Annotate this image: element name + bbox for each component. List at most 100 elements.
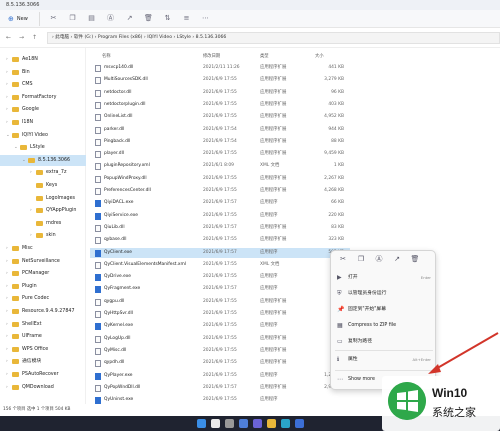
sidebar-item[interactable]: › ShellExt [0,319,86,330]
chevron-right-icon[interactable]: › [6,104,8,115]
sidebar-item[interactable]: › FormatFactory [0,92,86,103]
chat-icon[interactable] [252,419,262,428]
explorer-icon[interactable] [266,419,276,428]
chevron-right-icon[interactable]: › [6,268,8,279]
copy-icon[interactable]: ❐ [67,13,78,24]
sidebar-item[interactable]: › I18N [0,117,86,128]
file-row[interactable]: QyMisc.dll 2021/6/9 17:55 应用程序扩展 [90,346,350,357]
file-row[interactable]: QyKernel.exe 2021/6/9 17:55 应用程序 [90,321,350,332]
file-row[interactable]: msvcp140.dll 2021/2/11 11:26 应用程序扩展 441 KB [90,63,350,74]
start-icon[interactable] [196,419,206,428]
file-row[interactable]: MultiSourcesSDK.dll 2021/6/9 17:55 应用程序扩展 3… [90,75,350,86]
chevron-right-icon[interactable]: › [6,243,8,254]
chevron-right-icon[interactable]: › [6,319,8,330]
chevron-down-icon[interactable]: ⌄ [6,130,10,141]
header-size[interactable]: 大小 [315,53,324,59]
back-icon[interactable]: ← [4,33,13,42]
sidebar-item[interactable]: › QYAppPlugin [0,205,86,216]
context-menu-item[interactable]: 📌 固定到"开始"屏幕 [331,303,437,317]
file-row[interactable]: QiyiDACL.exe 2021/6/9 17:57 应用程序 66 KB [90,198,350,209]
search-icon[interactable] [210,419,220,428]
sidebar-item[interactable]: › PSAutoRecover [0,369,86,380]
chevron-right-icon[interactable]: › [6,331,8,342]
file-row[interactable]: player.dll 2021/6/9 17:55 应用程序扩展 9,459 KB [90,149,350,160]
sidebar-item[interactable]: › Pure Codec [0,293,86,304]
more-icon[interactable]: ⋯ [200,13,211,24]
chevron-right-icon[interactable]: › [6,79,8,90]
copy-icon[interactable]: ❐ [355,255,367,263]
chevron-right-icon[interactable]: › [6,369,8,380]
view-icon[interactable]: ≡ [181,13,192,24]
sort-icon[interactable]: ⇅ [162,13,173,24]
sidebar-item[interactable]: › PCManager [0,268,86,279]
breadcrumb[interactable]: › 此电脑 › 软件 (G:) › Program Files (x86) › … [47,31,500,44]
sidebar-item[interactable]: rndres [0,218,86,229]
chevron-down-icon[interactable]: ⌄ [22,155,26,166]
rename-icon[interactable]: Ⓐ [105,13,116,24]
sidebar-item[interactable]: LogoImages [0,193,86,204]
file-row[interactable]: QiyiService.exe 2021/6/9 17:55 应用程序 220 KB [90,211,350,222]
sidebar-item[interactable]: › CMS [0,79,86,90]
cut-icon[interactable]: ✂ [337,255,349,263]
file-row[interactable]: parker.dll 2021/6/9 17:54 应用程序扩展 944 KB [90,125,350,136]
sidebar-item[interactable]: › skin [0,230,86,241]
new-button[interactable]: ⊕ New [4,11,40,26]
sidebar-item[interactable]: › Ae18N [0,54,86,65]
file-row[interactable]: QyDrive.exe 2021/6/9 17:55 应用程序 [90,272,350,283]
sidebar-item[interactable]: › Bin [0,67,86,78]
chevron-right-icon[interactable]: › [30,205,32,216]
chevron-right-icon[interactable]: › [30,167,32,178]
task-view-icon[interactable] [224,419,234,428]
sidebar-item[interactable]: › QMDownload [0,382,86,393]
sidebar-item[interactable]: › 通信模块 [0,356,86,367]
edge-icon[interactable] [280,419,290,428]
file-row[interactable]: netdoctor.dll 2021/6/9 17:55 应用程序扩展 96 KB [90,88,350,99]
chevron-right-icon[interactable]: › [6,67,8,78]
file-row[interactable]: QiuLib.dll 2021/6/9 17:57 应用程序扩展 83 KB [90,223,350,234]
file-row[interactable]: OnlineList.dll 2021/6/9 17:55 应用程序扩展 4,952 … [90,112,350,123]
chevron-right-icon[interactable]: › [6,281,8,292]
chevron-right-icon[interactable]: › [6,54,8,65]
file-row[interactable]: PopupWindProxy.dll 2021/6/9 17:55 应用程序扩展 2,… [90,174,350,185]
file-row[interactable]: Pingback.dll 2021/6/9 17:54 应用程序扩展 88 KB [90,137,350,148]
file-row[interactable]: qybase.dll 2021/6/9 17:55 应用程序扩展 323 KB [90,235,350,246]
paste-icon[interactable]: ▤ [86,13,97,24]
sidebar-item[interactable]: › Google [0,104,86,115]
header-name[interactable]: 名称 [102,53,111,59]
sidebar-item[interactable]: › NetSurveillance [0,256,86,267]
chevron-down-icon[interactable]: ⌄ [14,142,18,153]
file-row[interactable]: QyFragment.exe 2021/6/9 17:57 应用程序 [90,284,350,295]
chevron-right-icon[interactable]: › [30,230,32,241]
file-row[interactable]: QyClient.exe2021/6/9 17:57应用程序505 KB [90,247,350,259]
chevron-right-icon[interactable]: › [6,117,8,128]
chevron-right-icon[interactable]: › [6,293,8,304]
chevron-right-icon[interactable]: › [6,92,8,103]
rename-icon[interactable]: Ⓐ [373,254,385,264]
delete-icon[interactable]: 🗑 [143,13,154,24]
chevron-right-icon[interactable]: › [6,344,8,355]
sidebar-item[interactable]: ⌄ IQIYI Video [0,130,86,141]
chevron-right-icon[interactable]: › [6,382,8,393]
header-type[interactable]: 类型 [260,53,269,59]
file-row[interactable]: QyHttpSvr.dll 2021/6/9 17:55 应用程序扩展 [90,309,350,320]
file-row[interactable]: qygpu.dll 2021/6/9 17:55 应用程序扩展 [90,297,350,308]
file-row[interactable]: netdoctorplugin.dll 2021/6/9 17:55 应用程序扩展 4… [90,100,350,111]
sidebar-item[interactable]: › WPS Office [0,344,86,355]
store-icon[interactable] [294,419,304,428]
delete-icon[interactable]: 🗑 [409,255,421,263]
file-row[interactable]: PreferencesCenter.dll 2021/6/9 17:55 应用程序扩… [90,186,350,197]
chevron-right-icon[interactable]: › [6,356,8,367]
share-icon[interactable]: ↗ [124,13,135,24]
sidebar-item[interactable]: ⌄ 8.5.136.3066 [0,154,86,166]
chevron-right-icon[interactable]: › [6,306,8,317]
up-icon[interactable]: ↑ [30,33,39,42]
sidebar-item[interactable]: ⌄ LStyle [0,142,86,153]
file-row[interactable]: QyPopWndDll.dll2021/6/9 17:57应用程序扩展2,946… [90,383,350,394]
file-row[interactable]: qypdh.dll 2021/6/9 17:55 应用程序扩展 [90,358,350,369]
context-menu-item[interactable]: ⛨ 以管理员身份运行 [331,287,437,301]
sidebar-item[interactable]: › Plugin [0,281,86,292]
context-menu-item[interactable]: ▶ 打开 Enter [331,271,437,285]
sidebar-item[interactable]: › extra_7z [0,167,86,178]
file-row[interactable]: pluginRepository.xml 2021/6/1 8:09 XML 文档 1… [90,161,350,172]
sidebar-item[interactable]: › UIFrame [0,331,86,342]
